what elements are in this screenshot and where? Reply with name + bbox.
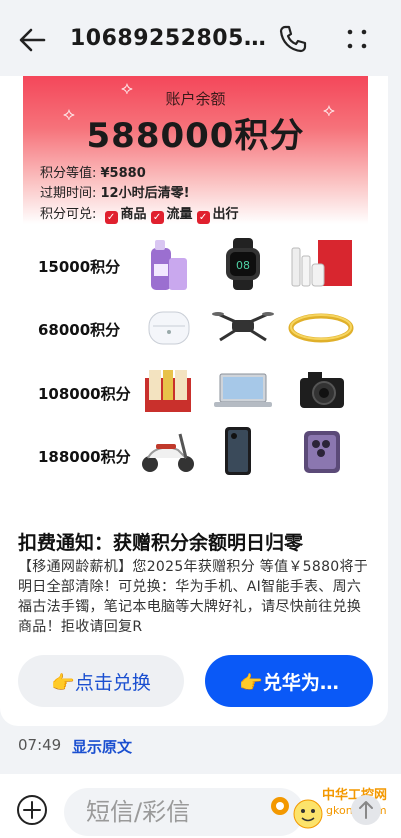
more-options-button[interactable]: [340, 22, 374, 56]
equivalent-label: 积分等值:: [40, 166, 101, 181]
message-bubble: ⟡ ⟡ ⟡ 账户余额 588000积分 积分等值: ¥5880 过期时间: 12…: [0, 76, 388, 726]
skincare-set-icon: [291, 240, 352, 287]
smartwatch-icon: 08: [226, 238, 260, 290]
electric-scooter-icon: [142, 433, 194, 472]
earbuds-icon: [148, 311, 190, 345]
camera-icon: [300, 372, 344, 408]
phone-purple-icon: [304, 431, 340, 473]
phone-icon: [225, 427, 251, 475]
show-original-link[interactable]: 显示原文: [72, 736, 132, 757]
laundry-detergent-icon: [151, 240, 187, 290]
plus-circle-icon: [17, 795, 47, 825]
laptop-icon: [214, 373, 272, 407]
expiry-line: 过期时间: 12小时后清零!: [40, 182, 190, 201]
phone-icon: [279, 25, 307, 53]
tier-points-label: 68000积分: [38, 321, 121, 339]
points-banner[interactable]: ⟡ ⟡ ⟡ 账户余额 588000积分 积分等值: ¥5880 过期时间: 12…: [23, 76, 368, 224]
check-icon: ✓: [150, 211, 164, 224]
balance-amount: 588000积分: [86, 116, 305, 156]
top-bar: 10689252805…: [0, 0, 401, 78]
drone-icon: [212, 312, 274, 342]
add-attachment-button[interactable]: [14, 792, 50, 828]
check-icon: ✓: [196, 211, 210, 224]
tier-points-label: 188000积分: [38, 448, 131, 466]
redeem-label: 积分可兑:: [40, 207, 101, 222]
redeem-option: 出行: [212, 207, 239, 222]
notice-title: 扣费通知：获赠积分余额明日归零: [18, 532, 304, 554]
svg-text:08: 08: [236, 259, 250, 272]
message-time: 07:49: [18, 736, 62, 754]
redeem-options-line: 积分可兑: ✓ 商品 ✓ 流量 ✓ 出行: [40, 203, 239, 224]
check-icon: ✓: [104, 211, 118, 224]
redeem-option: 商品: [120, 207, 147, 222]
equivalent-value: ¥5880: [100, 166, 146, 181]
liquor-giftbox-icon: [145, 370, 191, 412]
expiry-label: 过期时间:: [40, 186, 101, 201]
redeem-option: 流量: [166, 207, 193, 222]
notice-body: 【移通网龄薪机】您2025年获赠积分 等值￥5880将于明日全部清除！可兑换：华…: [18, 559, 369, 635]
gold-bracelet-icon: [288, 313, 354, 343]
expiry-value: 12小时后清零!: [100, 186, 190, 201]
send-button[interactable]: [348, 792, 384, 828]
conversation-title: 10689252805…: [70, 26, 267, 51]
redeem-huawei-button[interactable]: 👉兑华为…: [205, 655, 373, 707]
balance-label: 账户余额: [165, 90, 226, 108]
redeem-button[interactable]: 👉点击兑换: [18, 655, 184, 707]
send-arrow-icon: [351, 795, 381, 825]
back-arrow-icon: [19, 28, 46, 52]
call-button[interactable]: [276, 22, 310, 56]
equivalent-value-line: 积分等值: ¥5880: [40, 162, 146, 181]
back-button[interactable]: [14, 22, 50, 58]
composer-bar: 短信/彩信 中华工控网 gkong.com: [0, 774, 401, 838]
more-dots-icon: [347, 29, 367, 49]
tier-points-label: 108000积分: [38, 385, 131, 403]
tier-points-label: 15000积分: [38, 258, 121, 276]
